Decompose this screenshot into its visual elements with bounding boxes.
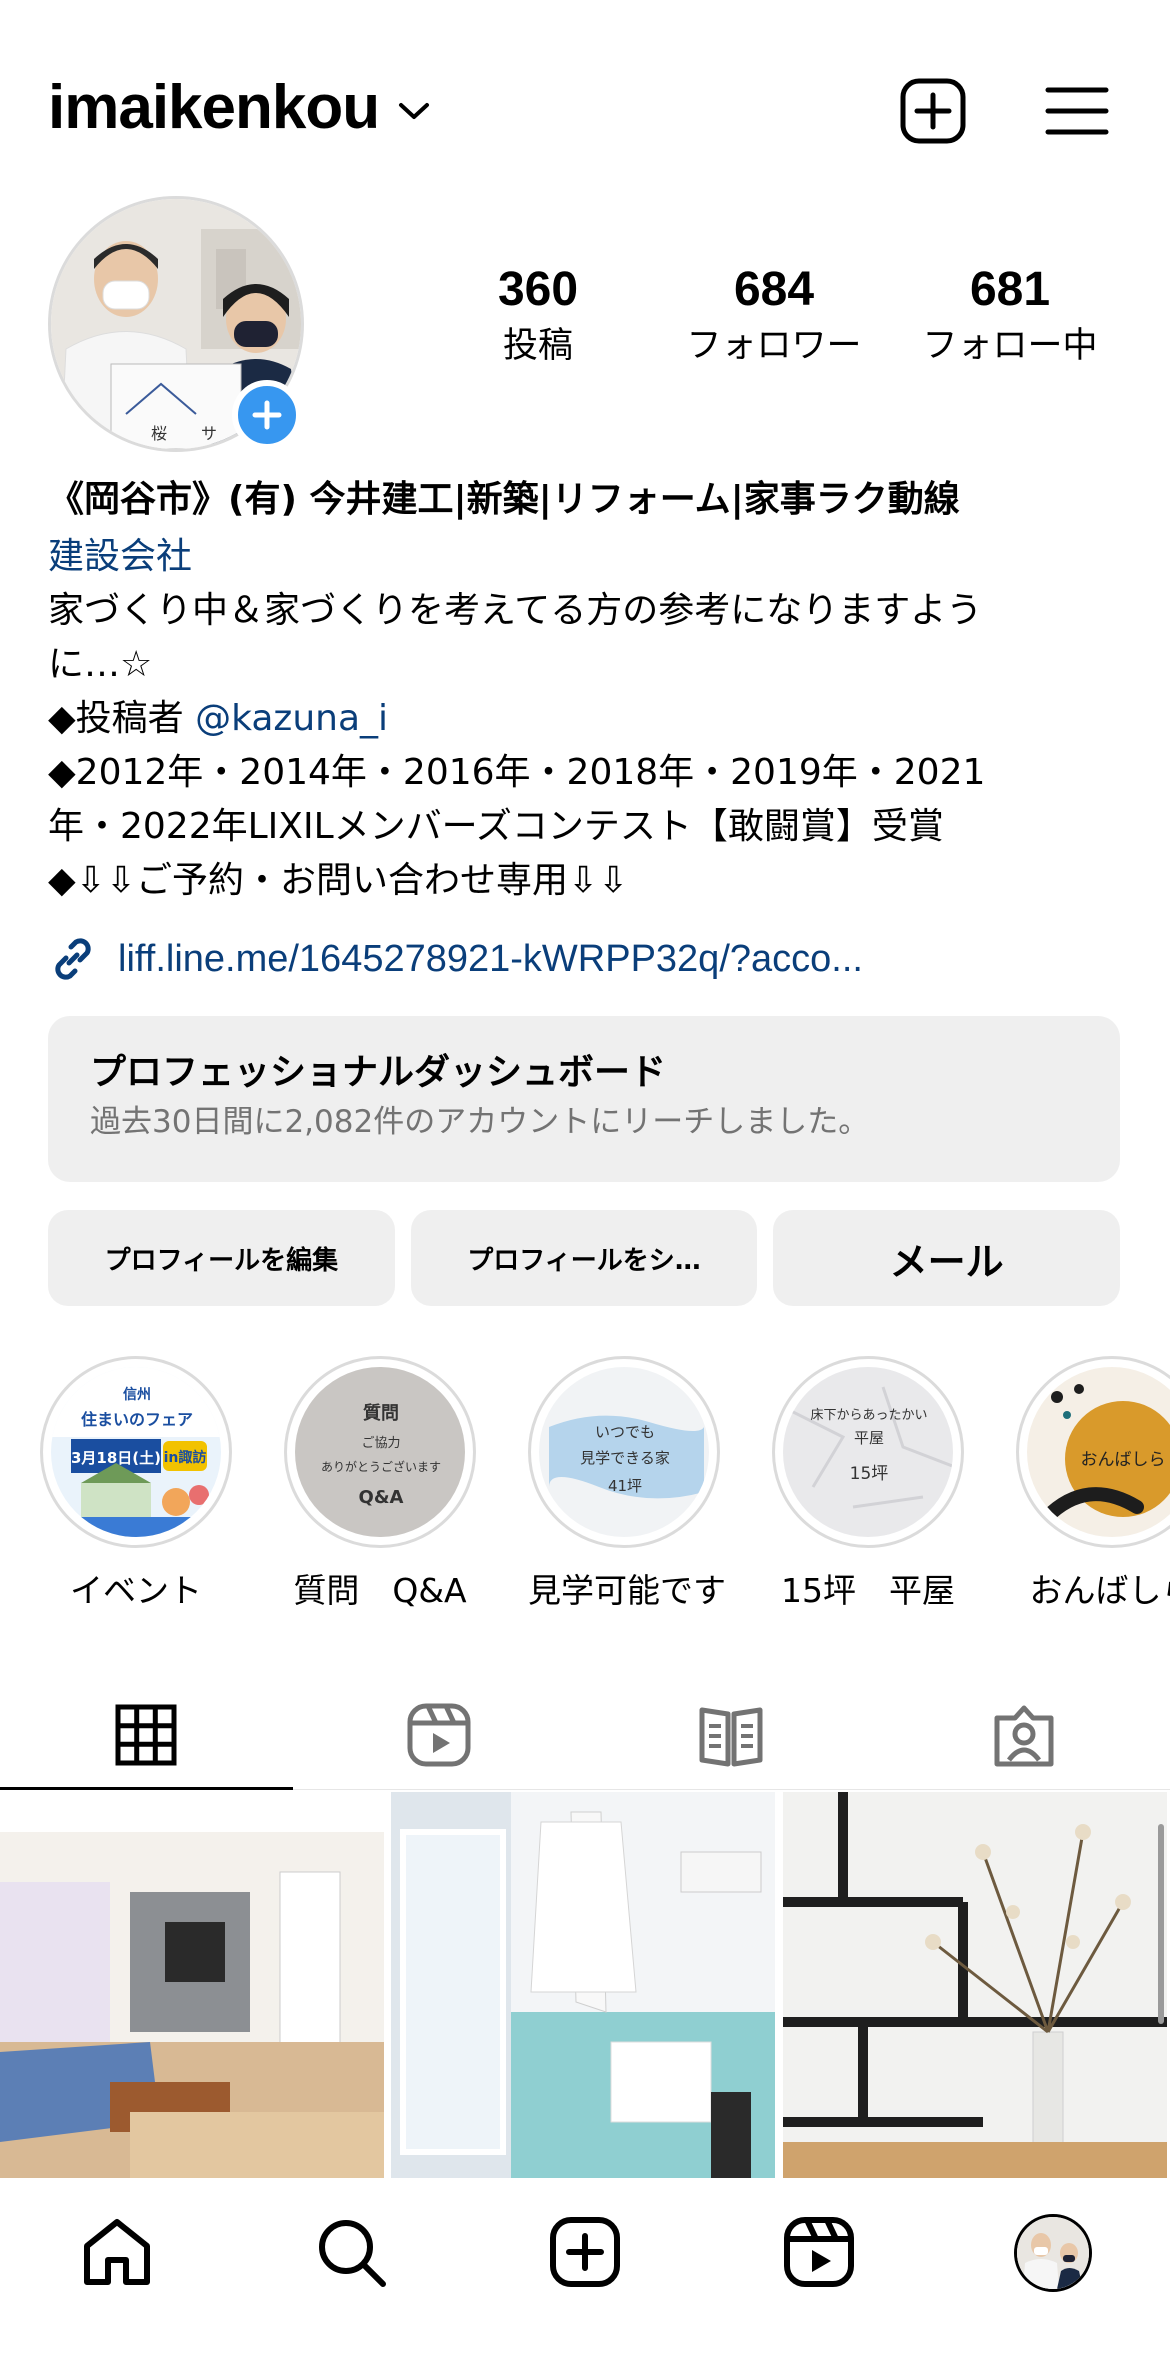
nav-search[interactable]: [234, 2178, 468, 2376]
bio-text-line: ◆⇩⇩ご予約・お問い合わせ専用⇩⇩: [48, 860, 629, 901]
svg-text:ありがとうございます: ありがとうございます: [321, 1459, 441, 1474]
svg-text:サ: サ: [201, 424, 217, 443]
posts-count[interactable]: 360 投稿: [420, 262, 656, 370]
tab-reels[interactable]: [293, 1680, 586, 1789]
highlight-cover: いつでも 見学できる家 41坪: [539, 1367, 709, 1537]
svg-text:信州: 信州: [123, 1386, 151, 1403]
grid-icon: [115, 1704, 177, 1765]
profile-actions: プロフィールを編集 プロフィールをシ… メール: [48, 1210, 1121, 1306]
highlight-item[interactable]: 信州 住まいのフェア 3月18日(土) in諏訪 イベント: [40, 1356, 232, 1616]
reels-icon: [784, 2217, 854, 2287]
username: imaikenkou: [48, 73, 380, 142]
highlight-label: おんばしら: [1029, 1571, 1170, 1610]
stat-label: フォロー中: [922, 326, 1098, 366]
post-thumbnail[interactable]: [0, 1792, 387, 2178]
profile-stats: 360 投稿 684 フォロワー 681 フォロー中: [420, 262, 1130, 370]
tagged-person-icon: [994, 1705, 1054, 1766]
profile-bio: 《岡谷市》(有) 今井建工|新築|リフォーム|家事ラク動線 建設会社 家づくり中…: [48, 470, 1128, 984]
plus-icon: [252, 400, 282, 430]
edit-profile-button[interactable]: プロフィールを編集: [48, 1210, 395, 1306]
svg-text:おんばしら: おんばしら: [1081, 1450, 1166, 1470]
svg-text:平屋: 平屋: [854, 1429, 884, 1447]
link-text: liff.line.me/1645278921-kWRPP32q/?acco..…: [118, 937, 863, 980]
tab-posts-grid[interactable]: [0, 1680, 293, 1790]
bio-text-line: 年・2022年LIXILメンバーズコンテスト【敢闘賞】受賞: [48, 806, 944, 847]
top-bar: imaikenkou: [0, 0, 1170, 200]
svg-text:15坪: 15坪: [850, 1464, 889, 1484]
svg-text:質問: 質問: [363, 1402, 399, 1424]
highlight-cover: 床下からあったかい 平屋 15坪: [783, 1367, 953, 1537]
highlight-item[interactable]: 質問 ご協力 ありがとうございます Q&A 質問 Q&A: [284, 1356, 476, 1616]
svg-text:桜: 桜: [151, 424, 167, 443]
stat-label: フォロワー: [686, 326, 862, 366]
bottom-navigation: [0, 2178, 1170, 2376]
highlight-item[interactable]: 床下からあったかい 平屋 15坪 15坪 平屋: [772, 1356, 964, 1616]
story-highlights: 信州 住まいのフェア 3月18日(土) in諏訪 イベント 質問 ご協力 ありが…: [40, 1356, 1170, 1616]
highlight-cover: 質問 ご協力 ありがとうございます Q&A: [295, 1367, 465, 1537]
highlight-cover: おんばしら: [1027, 1367, 1170, 1537]
new-post-icon[interactable]: [900, 78, 966, 144]
nav-reels[interactable]: [702, 2178, 936, 2376]
highlight-label: 質問 Q&A: [293, 1571, 467, 1610]
highlight-item[interactable]: おんばしら おんばしら: [1016, 1356, 1170, 1616]
profile-avatar-small: [1014, 2214, 1092, 2292]
menu-icon[interactable]: [1044, 78, 1110, 144]
post-grid: [0, 1792, 1170, 2178]
share-profile-button[interactable]: プロフィールをシ…: [410, 1210, 758, 1306]
svg-text:ご協力: ご協力: [361, 1435, 400, 1451]
highlight-label: イベント: [70, 1571, 202, 1610]
email-button[interactable]: メール: [773, 1210, 1121, 1306]
add-story-button[interactable]: [232, 380, 302, 450]
bio-text-line: ◆投稿者 @kazuna_i: [48, 692, 1128, 746]
svg-text:床下からあったかい: 床下からあったかい: [810, 1408, 927, 1423]
svg-text:住まいのフェア: 住まいのフェア: [81, 1410, 193, 1429]
create-post-icon: [550, 2217, 620, 2287]
svg-text:Q&A: Q&A: [359, 1487, 404, 1508]
stat-label: 投稿: [502, 326, 573, 366]
svg-text:いつでも: いつでも: [595, 1423, 655, 1441]
following-count[interactable]: 681 フォロー中: [892, 262, 1128, 370]
nav-create[interactable]: [468, 2178, 702, 2376]
followers-count[interactable]: 684 フォロワー: [656, 262, 892, 370]
svg-text:41坪: 41坪: [608, 1477, 642, 1495]
search-icon: [319, 2220, 386, 2287]
highlight-item[interactable]: いつでも 見学できる家 41坪 見学可能です: [528, 1356, 726, 1616]
bio-text-line: に…☆: [48, 644, 153, 685]
highlight-label: 見学可能です: [528, 1571, 726, 1610]
nav-profile[interactable]: [936, 2178, 1170, 2376]
content-tabs: [0, 1680, 1170, 1790]
svg-text:見学できる家: 見学できる家: [580, 1449, 670, 1467]
chevron-down-icon: [399, 102, 430, 119]
stat-value: 684: [733, 263, 815, 316]
post-thumbnail[interactable]: [391, 1792, 778, 2178]
highlight-cover: 信州 住まいのフェア 3月18日(土) in諏訪: [51, 1367, 221, 1537]
dashboard-title: プロフェッショナルダッシュボード: [90, 1052, 667, 1093]
reels-icon: [407, 1703, 471, 1766]
mention-link[interactable]: @kazuna_i: [195, 698, 388, 739]
post-thumbnail[interactable]: [782, 1792, 1170, 2178]
guide-book-icon: [699, 1707, 763, 1766]
bio-text-line: 家づくり中＆家づくりを考えてる方の参考になりますよう: [48, 590, 983, 631]
home-icon: [84, 2219, 150, 2285]
dashboard-subtitle: 過去30日間に2,082件のアカウントにリーチしました。: [90, 1104, 870, 1140]
account-switcher[interactable]: imaikenkou: [48, 72, 431, 143]
display-name: 《岡谷市》(有) 今井建工|新築|リフォーム|家事ラク動線: [48, 479, 960, 520]
profile-avatar[interactable]: 桜 サ: [48, 196, 304, 452]
svg-text:in諏訪: in諏訪: [164, 1449, 207, 1466]
highlight-label: 15坪 平屋: [781, 1571, 955, 1610]
bio-text-line: ◆2012年・2014年・2016年・2018年・2019年・2021: [48, 752, 986, 793]
link-icon: [55, 938, 91, 980]
stat-value: 360: [497, 263, 579, 316]
tab-guides[interactable]: [585, 1680, 878, 1789]
professional-dashboard[interactable]: プロフェッショナルダッシュボード 過去30日間に2,082件のアカウントにリーチ…: [48, 1016, 1120, 1182]
tab-tagged[interactable]: [878, 1680, 1170, 1789]
scrollbar[interactable]: [1158, 1824, 1164, 2024]
bio-prefix: ◆投稿者: [48, 698, 196, 739]
nav-home[interactable]: [0, 2178, 234, 2376]
category-label: 建設会社: [48, 536, 193, 577]
bio-link[interactable]: liff.line.me/1645278921-kWRPP32q/?acco..…: [48, 934, 1128, 984]
stat-value: 681: [969, 263, 1051, 316]
